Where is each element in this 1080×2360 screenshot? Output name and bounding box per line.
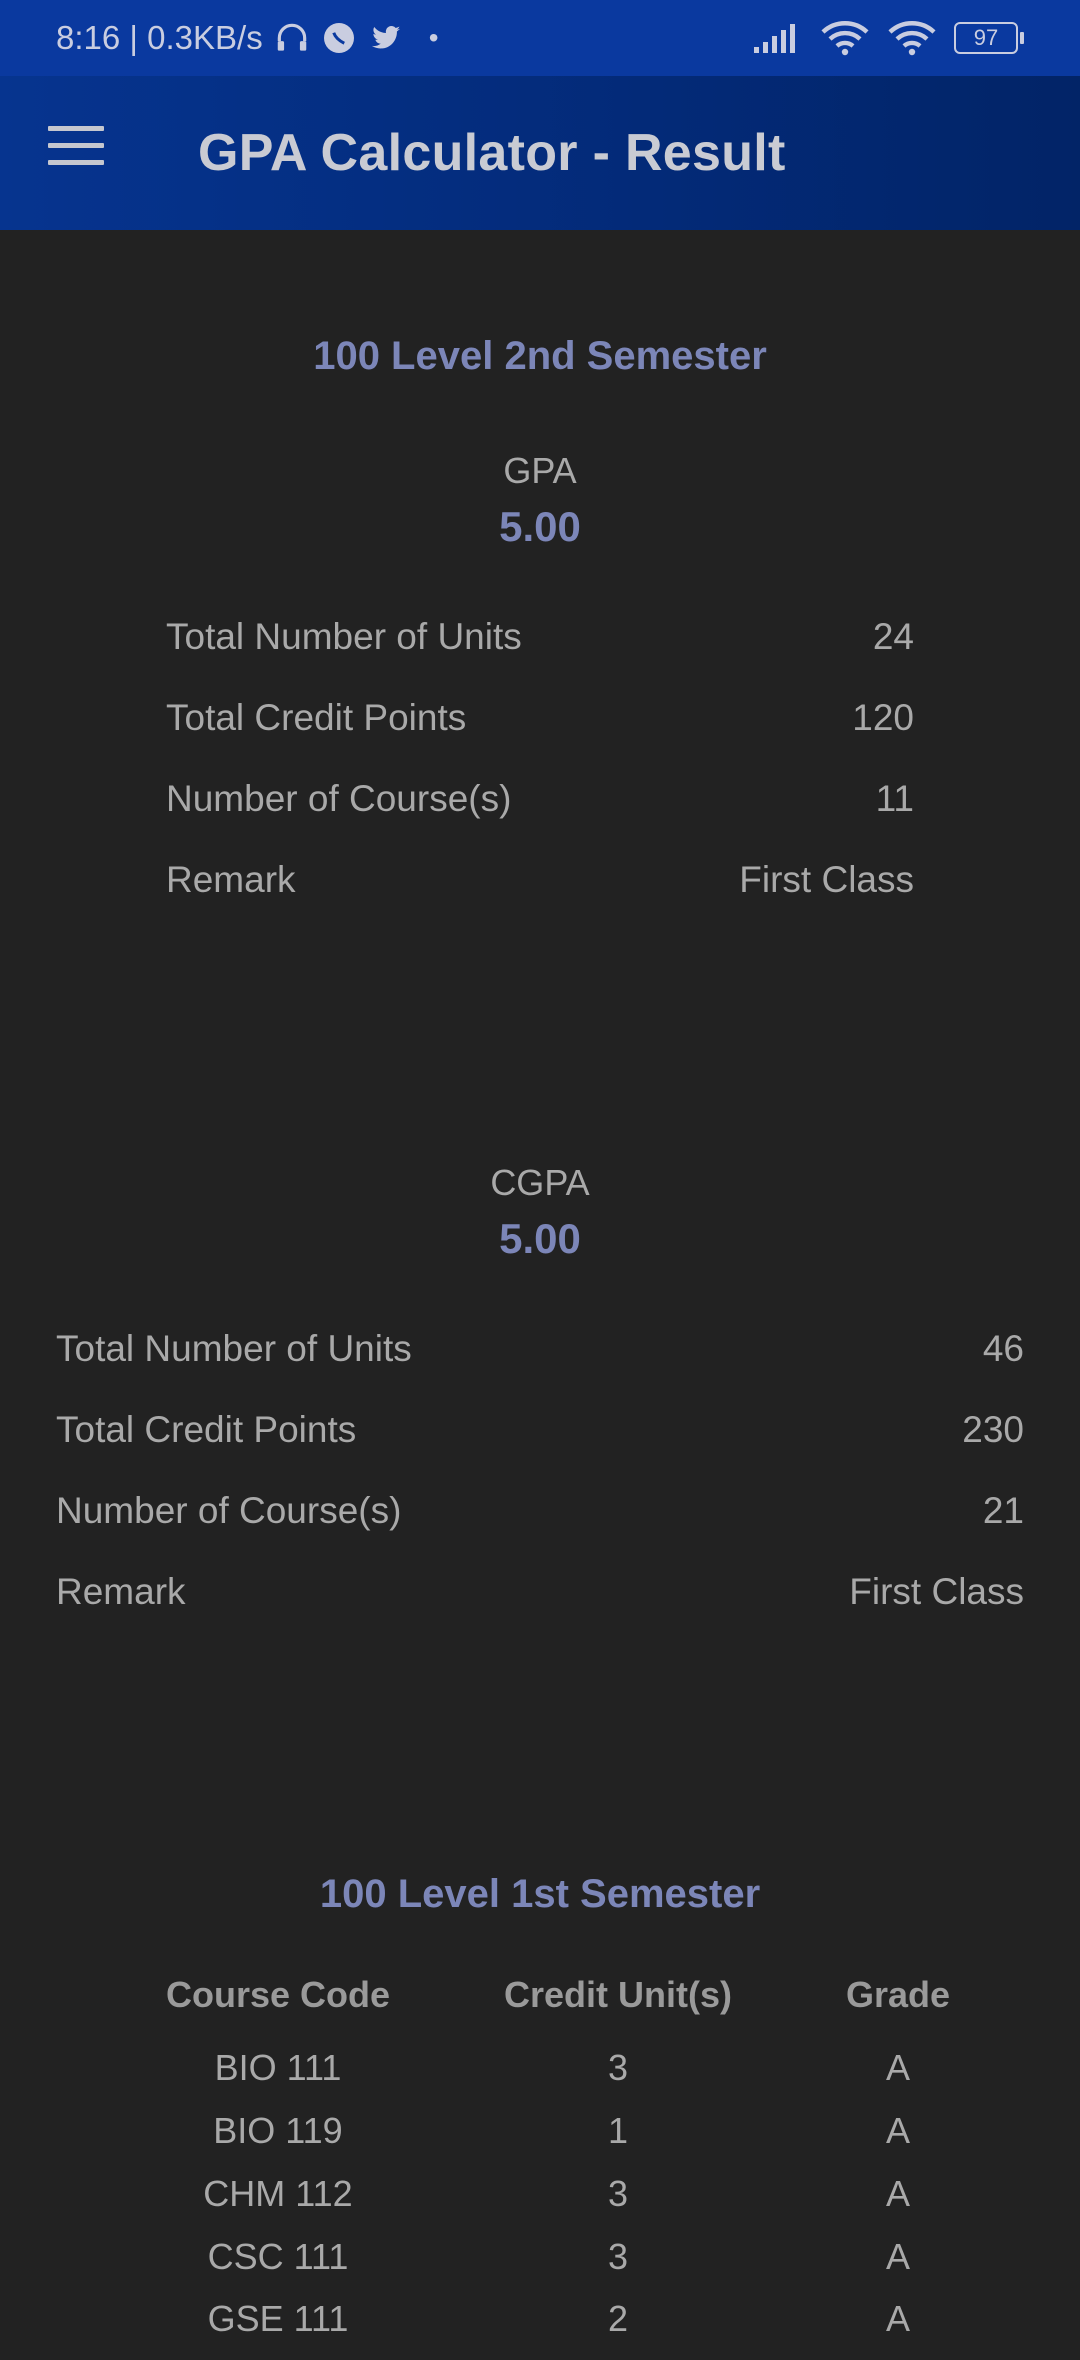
stat-label: Number of Course(s) (166, 778, 512, 819)
stat-value: 21 (982, 1490, 1024, 1531)
stat-label: Total Number of Units (166, 616, 522, 657)
table-header: Course Code Credit Unit(s) Grade (0, 1974, 1080, 2036)
status-right: 97 (752, 20, 1024, 56)
cgpa-value: 5.00 (499, 1215, 581, 1262)
stat-label: Total Number of Units (56, 1328, 412, 1369)
stat-value: 120 (852, 697, 914, 738)
course-table-title: 100 Level 1st Semester (319, 1872, 761, 1916)
credit-units: 3 (607, 2173, 629, 2214)
table-row: BIO 111 3 A (0, 2047, 1080, 2109)
stat-value: 46 (982, 1328, 1024, 1369)
status-time-speed: 8:16 | 0.3KB/s (56, 19, 263, 56)
credit-units: 2 (607, 2298, 629, 2339)
menu-button[interactable] (48, 126, 104, 180)
hamburger-icon-line (48, 126, 104, 131)
grade: A (885, 2236, 910, 2277)
stat-label: Remark (56, 1571, 186, 1612)
grade: A (885, 2047, 910, 2088)
semester-stat-row: Total Number of Units 24 (166, 616, 914, 658)
stat-value: First Class (739, 859, 914, 900)
headphones-icon (277, 23, 306, 51)
gpa-value: 5.00 (499, 503, 581, 550)
gpa-label: GPA (503, 450, 577, 491)
hamburger-icon-line (48, 160, 104, 165)
course-code: GSE 111 (207, 2298, 349, 2339)
credit-units: 3 (607, 2047, 629, 2088)
column-header-credit-units: Credit Unit(s) (504, 1974, 732, 2015)
stat-label: Total Credit Points (166, 697, 467, 738)
stat-label: Remark (166, 859, 296, 900)
stat-value: 230 (962, 1409, 1024, 1450)
semester-stat-row: Number of Course(s) 11 (166, 778, 914, 820)
grade: A (885, 2110, 910, 2151)
stat-value: 24 (872, 616, 914, 657)
battery-icon: 97 (954, 22, 1024, 54)
course-code: BIO 119 (213, 2110, 343, 2151)
hamburger-icon-line (48, 143, 104, 148)
cumulative-stat-row: Total Number of Units 46 (56, 1328, 1024, 1370)
table-row: CHM 112 3 A (0, 2173, 1080, 2235)
cgpa-label: CGPA (490, 1162, 590, 1203)
table-row: CSC 111 3 A (0, 2236, 1080, 2298)
table-row: GSE 111 2 A (0, 2298, 1080, 2360)
table-row: BIO 119 1 A (0, 2110, 1080, 2172)
cumulative-stat-row: Total Credit Points 230 (56, 1409, 1024, 1451)
course-code: BIO 111 (214, 2047, 342, 2088)
column-header-course-code: Course Code (165, 1974, 391, 2015)
semester-stat-row: Remark First Class (166, 859, 914, 901)
signal-icon (754, 24, 795, 53)
stat-value: First Class (849, 1571, 1024, 1612)
cumulative-stat-row: Number of Course(s) 21 (56, 1490, 1024, 1532)
wifi-icon (888, 21, 936, 56)
page-title: GPA Calculator - Result (198, 124, 786, 182)
grade: A (885, 2173, 910, 2214)
stat-label: Total Credit Points (56, 1409, 357, 1450)
credit-units: 3 (607, 2236, 629, 2277)
course-code: CSC 111 (207, 2236, 349, 2277)
twitter-icon (371, 25, 400, 49)
stat-value: 11 (875, 778, 914, 819)
battery-level: 97 (973, 25, 999, 50)
app-bar: GPA Calculator - Result (0, 76, 1080, 230)
credit-units: 1 (607, 2110, 629, 2151)
grade: A (885, 2298, 910, 2339)
semester-stat-row: Total Credit Points 120 (166, 697, 914, 739)
dot-icon: • (428, 22, 439, 53)
cumulative-stat-row: Remark First Class (56, 1571, 1024, 1613)
stat-label: Number of Course(s) (56, 1490, 402, 1531)
course-code: CHM 112 (203, 2173, 353, 2214)
status-bar: 8:16 | 0.3KB/s • 97 (0, 0, 1080, 76)
column-header-grade: Grade (845, 1974, 951, 2015)
semester-title: 100 Level 2nd Semester (313, 334, 767, 378)
status-left: 8:16 | 0.3KB/s • (56, 19, 439, 57)
wifi-link-icon (821, 21, 869, 56)
whatsapp-icon (323, 23, 354, 53)
